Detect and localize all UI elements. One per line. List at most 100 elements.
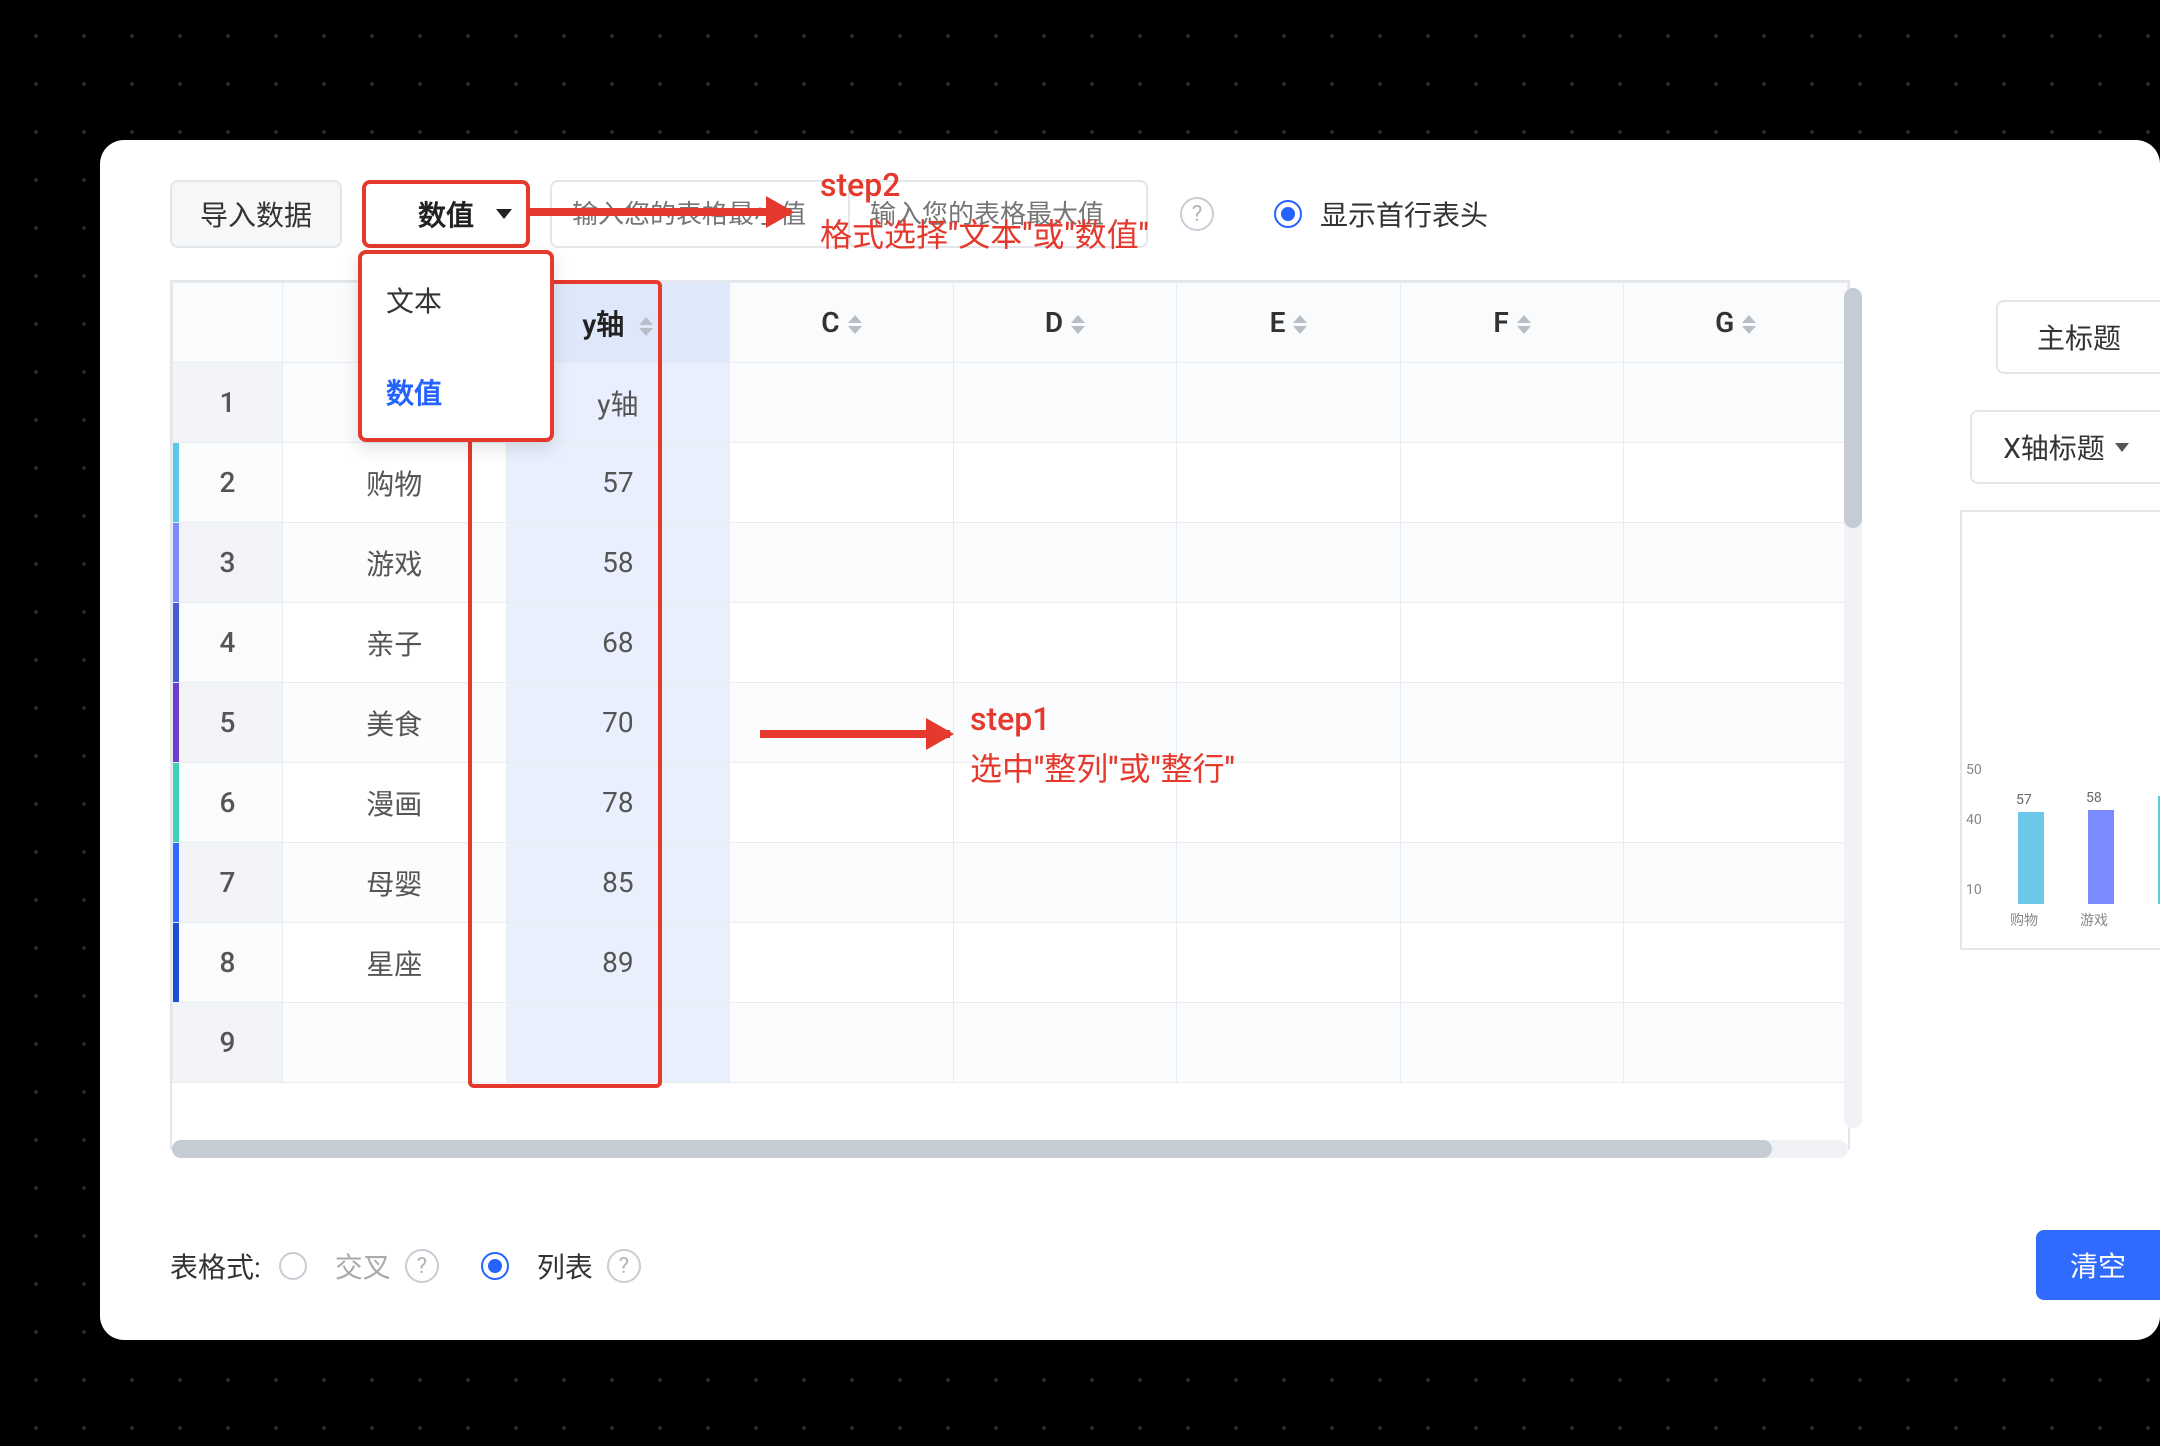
sort-icon[interactable]: [848, 315, 862, 334]
cell-D[interactable]: [953, 363, 1177, 443]
cell-G[interactable]: [1624, 763, 1848, 843]
cell-F[interactable]: [1400, 683, 1624, 763]
row-number-cell[interactable]: 4: [173, 603, 283, 683]
cell-B[interactable]: 57: [506, 443, 730, 523]
cell-G[interactable]: [1624, 1003, 1848, 1083]
row-number-cell[interactable]: 1: [173, 363, 283, 443]
cell-A[interactable]: 母婴: [283, 843, 507, 923]
cell-G[interactable]: [1624, 363, 1848, 443]
cell-G[interactable]: [1624, 523, 1848, 603]
cell-E[interactable]: [1177, 603, 1401, 683]
sort-icon[interactable]: [1293, 315, 1307, 334]
table-row[interactable]: 2购物57: [173, 443, 1848, 523]
cell-D[interactable]: [953, 603, 1177, 683]
clear-button[interactable]: 清空: [2036, 1230, 2160, 1300]
cell-G[interactable]: [1624, 603, 1848, 683]
cell-E[interactable]: [1177, 523, 1401, 603]
table-row[interactable]: 3游戏58: [173, 523, 1848, 603]
cell-F[interactable]: [1400, 363, 1624, 443]
table-row[interactable]: 7母婴85: [173, 843, 1848, 923]
import-data-button[interactable]: 导入数据: [170, 180, 342, 248]
col-header-E[interactable]: E: [1177, 283, 1401, 363]
sort-icon[interactable]: [1071, 315, 1085, 334]
cell-F[interactable]: [1400, 523, 1624, 603]
row-number-cell[interactable]: 8: [173, 923, 283, 1003]
row-number-cell[interactable]: 3: [173, 523, 283, 603]
cell-B[interactable]: 68: [506, 603, 730, 683]
sort-icon[interactable]: [1742, 315, 1756, 334]
cell-B[interactable]: 58: [506, 523, 730, 603]
cell-C[interactable]: [730, 763, 954, 843]
cell-E[interactable]: [1177, 443, 1401, 523]
radio-cross[interactable]: [279, 1252, 307, 1280]
col-header-F[interactable]: F: [1400, 283, 1624, 363]
corner-cell[interactable]: [173, 283, 283, 363]
cell-E[interactable]: [1177, 363, 1401, 443]
cell-A[interactable]: 漫画: [283, 763, 507, 843]
cell-A[interactable]: [283, 1003, 507, 1083]
cell-B[interactable]: 85: [506, 843, 730, 923]
cell-C[interactable]: [730, 443, 954, 523]
format-select[interactable]: 数值: [362, 180, 530, 248]
cell-G[interactable]: [1624, 843, 1848, 923]
format-option-text[interactable]: 文本: [362, 254, 550, 346]
cell-A[interactable]: 购物: [283, 443, 507, 523]
row-number-cell[interactable]: 2: [173, 443, 283, 523]
cell-F[interactable]: [1400, 843, 1624, 923]
table-row[interactable]: 4亲子68: [173, 603, 1848, 683]
cell-D[interactable]: [953, 523, 1177, 603]
row-number-cell[interactable]: 5: [173, 683, 283, 763]
sort-icon[interactable]: [639, 317, 653, 336]
cell-C[interactable]: [730, 843, 954, 923]
format-option-number[interactable]: 数值: [362, 346, 550, 438]
cell-F[interactable]: [1400, 603, 1624, 683]
cell-C[interactable]: [730, 363, 954, 443]
cell-C[interactable]: [730, 923, 954, 1003]
cell-D[interactable]: [953, 1003, 1177, 1083]
cell-E[interactable]: [1177, 923, 1401, 1003]
cell-E[interactable]: [1177, 843, 1401, 923]
cell-F[interactable]: [1400, 1003, 1624, 1083]
scrollbar-thumb[interactable]: [1844, 288, 1862, 528]
cell-G[interactable]: [1624, 923, 1848, 1003]
horizontal-scrollbar[interactable]: [172, 1140, 1848, 1158]
cell-B[interactable]: 89: [506, 923, 730, 1003]
help-icon[interactable]: ?: [607, 1249, 641, 1283]
cell-C[interactable]: [730, 683, 954, 763]
xaxis-title-select[interactable]: X轴标题: [1970, 410, 2160, 484]
col-header-D[interactable]: D: [953, 283, 1177, 363]
cell-A[interactable]: 星座: [283, 923, 507, 1003]
sort-icon[interactable]: [1517, 315, 1531, 334]
table-row[interactable]: 8星座89: [173, 923, 1848, 1003]
help-icon[interactable]: ?: [405, 1249, 439, 1283]
cell-F[interactable]: [1400, 763, 1624, 843]
scrollbar-thumb[interactable]: [172, 1140, 1772, 1158]
cell-E[interactable]: [1177, 1003, 1401, 1083]
cell-C[interactable]: [730, 603, 954, 683]
cell-C[interactable]: [730, 523, 954, 603]
cell-F[interactable]: [1400, 923, 1624, 1003]
cell-F[interactable]: [1400, 443, 1624, 523]
cell-G[interactable]: [1624, 683, 1848, 763]
row-number-cell[interactable]: 9: [173, 1003, 283, 1083]
cell-B[interactable]: 70: [506, 683, 730, 763]
cell-A[interactable]: 游戏: [283, 523, 507, 603]
help-icon[interactable]: ?: [1180, 197, 1214, 231]
radio-list[interactable]: [481, 1252, 509, 1280]
cell-D[interactable]: [953, 443, 1177, 523]
cell-A[interactable]: 亲子: [283, 603, 507, 683]
vertical-scrollbar[interactable]: [1844, 288, 1862, 1128]
cell-A[interactable]: 美食: [283, 683, 507, 763]
cell-B[interactable]: [506, 1003, 730, 1083]
cell-B[interactable]: 78: [506, 763, 730, 843]
row-number-cell[interactable]: 7: [173, 843, 283, 923]
cell-G[interactable]: [1624, 443, 1848, 523]
table-row[interactable]: 9: [173, 1003, 1848, 1083]
cell-D[interactable]: [953, 843, 1177, 923]
col-header-C[interactable]: C: [730, 283, 954, 363]
show-header-toggle[interactable]: 显示首行表头: [1274, 194, 1488, 234]
cell-D[interactable]: [953, 923, 1177, 1003]
chart-title-button[interactable]: 主标题: [1996, 300, 2160, 374]
col-header-G[interactable]: G: [1624, 283, 1848, 363]
cell-C[interactable]: [730, 1003, 954, 1083]
